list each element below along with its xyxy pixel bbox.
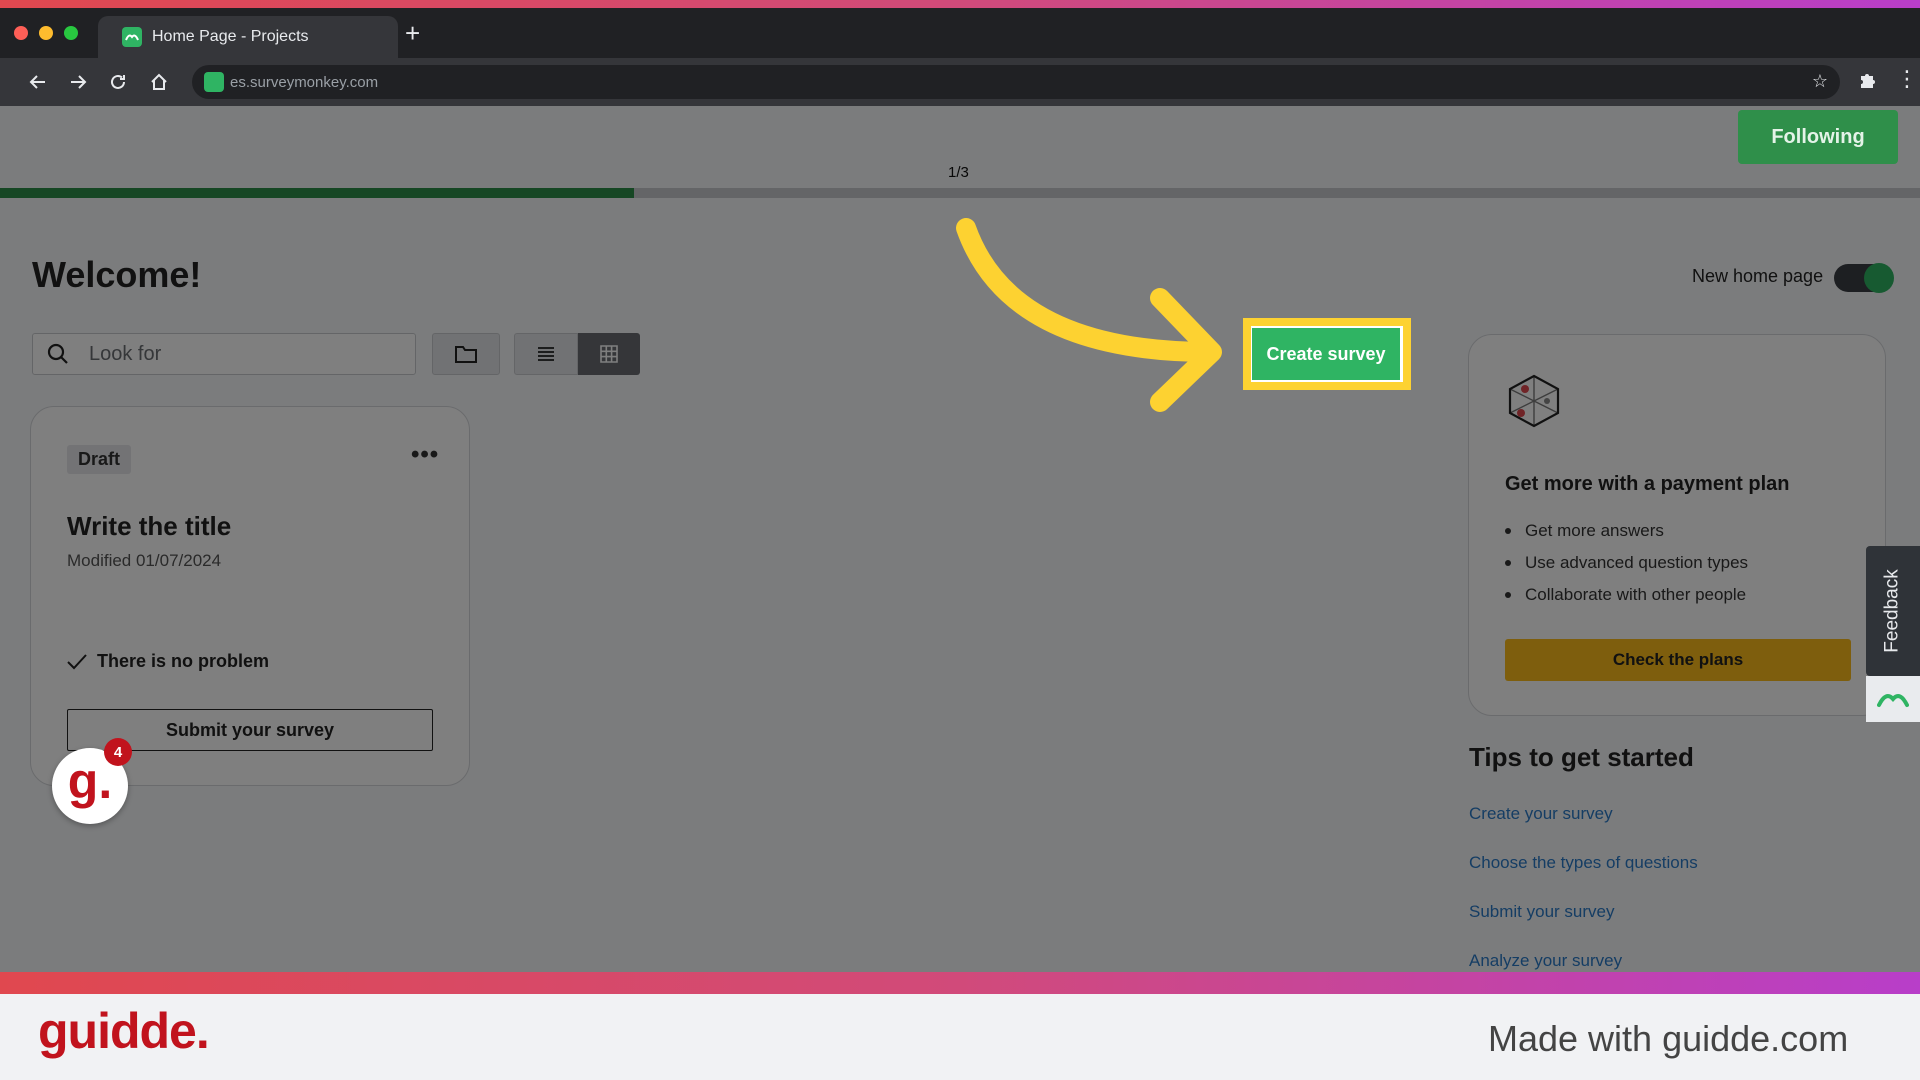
guidde-g-icon: g. xyxy=(67,753,113,809)
page-title: Welcome! xyxy=(32,254,202,295)
feedback-tab[interactable]: Feedback xyxy=(1866,546,1920,676)
plan-title: Get more with a payment plan xyxy=(1505,473,1790,495)
folder-icon xyxy=(455,346,477,363)
browser-tab[interactable]: Home Page - Projects xyxy=(98,16,398,58)
extensions-puzzle-icon[interactable] xyxy=(1858,70,1878,96)
site-favicon-icon xyxy=(204,72,224,92)
guidde-logo: guidde. xyxy=(38,1003,210,1059)
checkmark-icon xyxy=(67,653,87,669)
check-plans-button[interactable]: Check the plans xyxy=(1505,639,1851,681)
tip-link-submit-survey[interactable]: Submit your survey xyxy=(1469,902,1615,922)
new-home-page-label: New home page xyxy=(1692,266,1824,286)
window-minimize-button[interactable] xyxy=(39,26,53,40)
folder-view-button[interactable] xyxy=(432,333,500,375)
browser-menu-icon[interactable]: ⋮ xyxy=(1896,68,1918,90)
survey-card[interactable]: Draft ••• Write the title Modified 01/07… xyxy=(30,406,470,786)
new-home-page-toggle[interactable] xyxy=(1834,263,1894,293)
toggle-knob xyxy=(1864,263,1894,293)
following-button[interactable]: Following xyxy=(1738,110,1898,164)
list-icon xyxy=(538,347,554,361)
step-counter: 1/3 xyxy=(948,164,969,181)
survey-status-text: There is no problem xyxy=(97,651,270,671)
browser-toolbar: es.surveymonkey.com ☆ ⋮ xyxy=(0,58,1920,106)
address-bar[interactable]: es.surveymonkey.com ☆ xyxy=(192,65,1840,99)
plan-feature-item: Collaborate with other people xyxy=(1505,579,1748,611)
survey-status: There is no problem xyxy=(67,651,269,672)
top-gradient-strip xyxy=(0,0,1920,8)
list-view-button[interactable] xyxy=(514,333,578,375)
guide-arrow-icon xyxy=(956,218,1222,412)
plan-hexagon-icon xyxy=(1505,373,1563,434)
notification-badge: 4 xyxy=(104,738,132,766)
tip-link-analyze-survey[interactable]: Analyze your survey xyxy=(1469,951,1622,971)
more-options-icon[interactable]: ••• xyxy=(411,441,439,469)
reload-icon[interactable] xyxy=(106,70,130,94)
payment-plan-card: Get more with a payment plan Get more an… xyxy=(1468,334,1886,716)
new-tab-plus-icon[interactable]: + xyxy=(405,20,420,46)
grid-icon xyxy=(600,345,618,363)
window-maximize-button[interactable] xyxy=(64,26,78,40)
plan-feature-item: Use advanced question types xyxy=(1505,547,1748,579)
tip-link-create-survey[interactable]: Create your survey xyxy=(1469,804,1613,824)
guide-progress-fill xyxy=(0,188,634,198)
tip-link-question-types[interactable]: Choose the types of questions xyxy=(1469,853,1698,873)
grid-view-button[interactable] xyxy=(578,333,640,375)
modified-date: Modified 01/07/2024 xyxy=(67,551,222,570)
browser-tab-bar: Home Page - Projects + xyxy=(0,8,1920,58)
home-icon[interactable] xyxy=(147,70,171,94)
surveymonkey-favicon-icon xyxy=(122,27,142,47)
plan-feature-list: Get more answers Use advanced question t… xyxy=(1505,515,1748,611)
feedback-label: Feedback xyxy=(1882,569,1904,653)
forward-arrow-icon[interactable] xyxy=(66,70,90,94)
tips-title: Tips to get started xyxy=(1469,742,1694,772)
search-input[interactable] xyxy=(89,342,389,366)
bookmark-star-icon[interactable]: ☆ xyxy=(1812,71,1828,92)
surveymonkey-logo-icon[interactable] xyxy=(1866,676,1920,722)
made-with-text: Made with guidde.com xyxy=(1488,1018,1849,1059)
create-survey-button[interactable]: Create survey xyxy=(1252,328,1400,380)
footer: guidde. Made with guidde.com xyxy=(0,994,1920,1080)
back-arrow-icon[interactable] xyxy=(26,70,50,94)
search-box[interactable] xyxy=(32,333,416,375)
window-close-button[interactable] xyxy=(14,26,28,40)
url-text: es.surveymonkey.com xyxy=(230,73,379,91)
status-badge: Draft xyxy=(67,445,132,474)
search-icon xyxy=(47,343,68,364)
guide-progress-bar xyxy=(0,188,1920,198)
plan-feature-item: Get more answers xyxy=(1505,515,1748,547)
tab-title: Home Page - Projects xyxy=(152,28,309,45)
survey-title[interactable]: Write the title xyxy=(67,511,231,542)
bottom-gradient-strip xyxy=(0,972,1920,994)
